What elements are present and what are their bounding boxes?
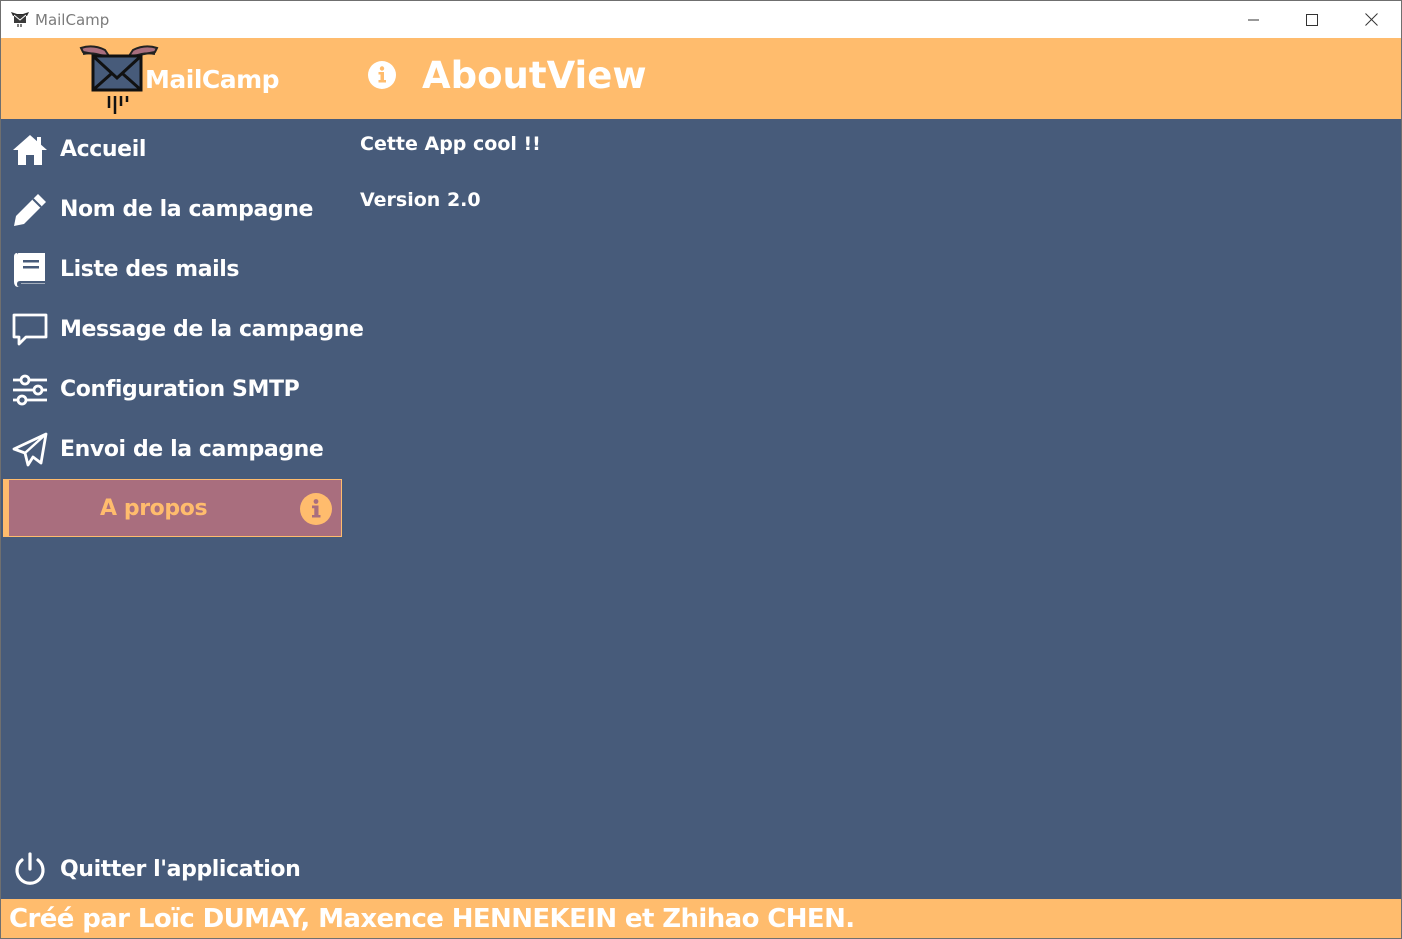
sidebar-item-label: A propos <box>100 495 208 521</box>
title-bar: MailCamp <box>1 1 1401 38</box>
app-header: MailCamp AboutView <box>1 38 1401 119</box>
version-text: Version 2.0 <box>360 189 481 211</box>
home-icon <box>13 135 47 165</box>
quit-label: Quitter l'application <box>60 856 301 882</box>
paper-plane-icon <box>12 432 48 467</box>
minimize-icon <box>1248 19 1259 20</box>
sidebar-item-label: Nom de la campagne <box>60 196 314 222</box>
sidebar-nav: Accueil Nom de la campagne Liste des mai… <box>1 119 364 899</box>
brand-name: MailCamp <box>145 65 280 94</box>
sidebar-item-label: Accueil <box>60 136 146 162</box>
maximize-icon <box>1306 13 1318 26</box>
close-icon <box>1364 13 1378 26</box>
sidebar-item-message-campagne[interactable]: Message de la campagne <box>1 299 364 359</box>
quit-button[interactable]: Quitter l'application <box>1 839 343 899</box>
info-circle-icon <box>300 493 332 525</box>
app-footer: Créé par Loïc DUMAY, Maxence HENNEKEIN e… <box>1 899 1401 938</box>
credits-text: Créé par Loïc DUMAY, Maxence HENNEKEIN e… <box>9 904 855 934</box>
book-icon <box>14 253 45 287</box>
sidebar-item-label: Message de la campagne <box>60 316 364 342</box>
sidebar-item-label: Liste des mails <box>60 256 240 282</box>
sidebar-item-label: Envoi de la campagne <box>60 436 324 462</box>
sidebar-item-nom-campagne[interactable]: Nom de la campagne <box>1 179 343 239</box>
sidebar-item-accueil[interactable]: Accueil <box>1 119 343 179</box>
sidebar-item-a-propos[interactable]: A propos <box>3 479 342 537</box>
sidebar-item-liste-mails[interactable]: Liste des mails <box>1 239 343 299</box>
app-window: MailCamp MailCamp AboutView Accueil Nom … <box>0 0 1402 939</box>
about-description: Cette App cool !! <box>360 133 541 155</box>
power-icon <box>15 852 45 885</box>
sidebar-item-envoi-campagne[interactable]: Envoi de la campagne <box>1 419 343 479</box>
sidebar-item-config-smtp[interactable]: Configuration SMTP <box>1 359 343 419</box>
pencil-icon <box>14 194 46 226</box>
close-button[interactable] <box>1342 1 1400 38</box>
maximize-button[interactable] <box>1283 1 1341 38</box>
sliders-icon <box>13 374 47 406</box>
window-title: MailCamp <box>35 11 110 29</box>
minimize-button[interactable] <box>1225 1 1283 38</box>
view-title: AboutView <box>422 54 647 97</box>
chat-bubble-icon <box>12 313 48 346</box>
main-area: Accueil Nom de la campagne Liste des mai… <box>1 119 1401 899</box>
info-circle-icon <box>368 61 396 89</box>
app-logo-icon <box>11 12 29 27</box>
sidebar-item-label: Configuration SMTP <box>60 376 300 402</box>
